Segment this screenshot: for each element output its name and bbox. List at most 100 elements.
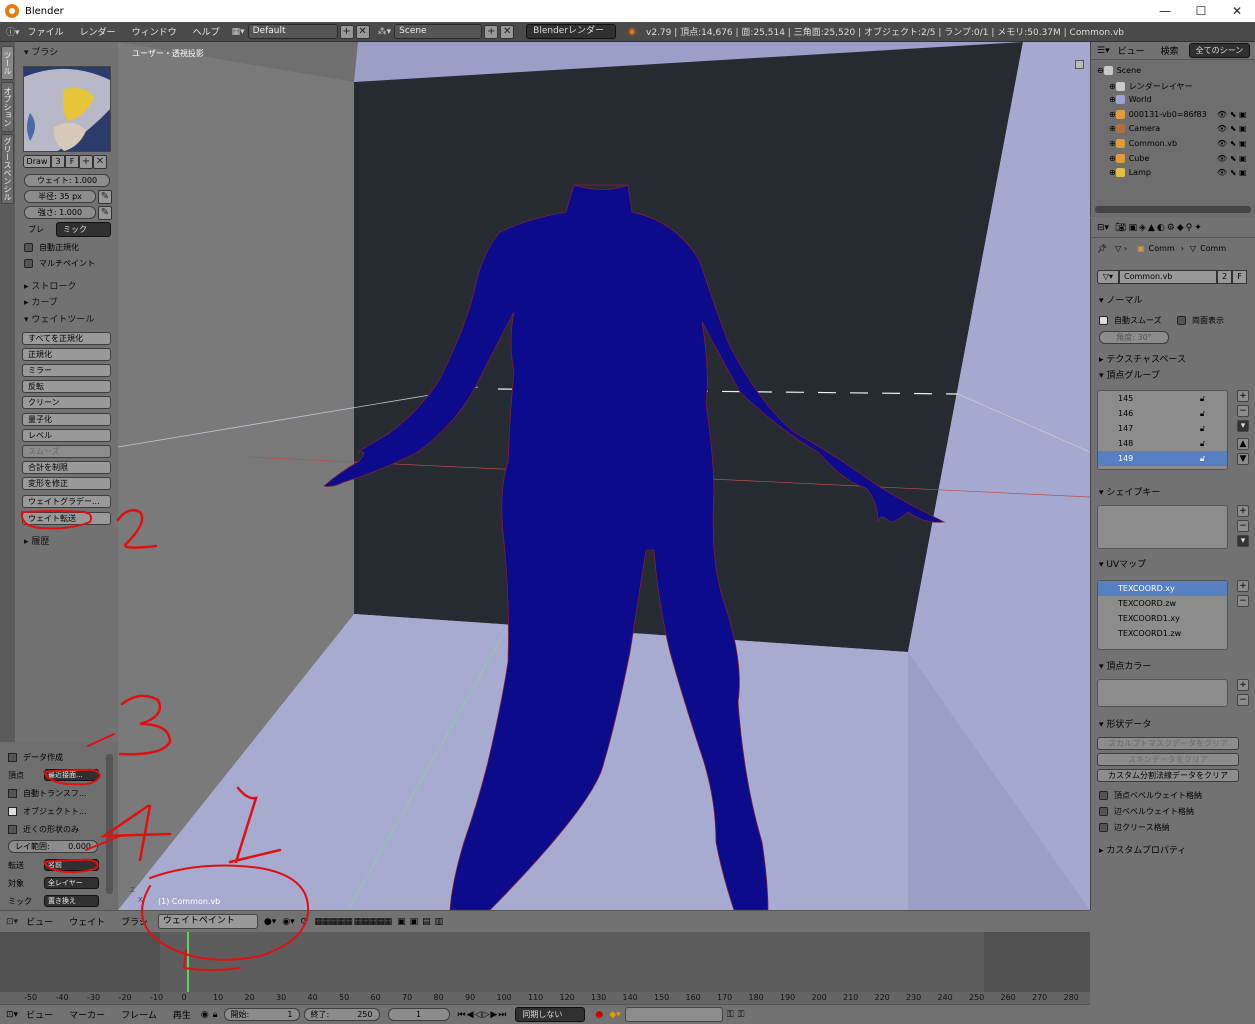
angle-field[interactable]: 角度: 30° — [1099, 331, 1169, 344]
menu-view[interactable]: ビュー — [18, 915, 61, 928]
vertex-mapping-select[interactable]: 最近接面... — [44, 769, 99, 781]
uv-map-item[interactable]: TEXCOORD.zw — [1098, 596, 1227, 611]
info-editor-icon[interactable]: ⓘ▾ — [6, 25, 20, 38]
tab-grease-pencil[interactable]: グリースペンシル — [1, 134, 14, 204]
lock-icon[interactable]: 🔓︎ — [1200, 436, 1205, 451]
visibility-icons[interactable]: 👁︎ ⬉ ▣ — [1217, 168, 1247, 177]
data-create-checkbox[interactable] — [8, 753, 17, 762]
render-preview-icon[interactable]: ▤ — [422, 917, 431, 927]
start-frame-field[interactable]: 開始: 1 — [223, 1008, 300, 1021]
ray-range-field[interactable]: レイ範囲: 0.000 — [8, 840, 98, 853]
expand-icon[interactable]: ⊕ — [1109, 82, 1116, 91]
manipulator-icon[interactable]: ⟳ — [301, 917, 309, 927]
brush-add-button[interactable]: + — [79, 155, 93, 169]
3d-viewport[interactable]: ユーザー・透視投影 (1) Common.vb Z X — [118, 42, 1090, 910]
visibility-icons[interactable]: 👁︎ ⬉ ▣ — [1217, 139, 1247, 148]
near-shape-checkbox[interactable] — [8, 825, 17, 834]
levels-button[interactable]: レベル — [22, 429, 111, 442]
outliner-menu-search[interactable]: 検索 — [1153, 44, 1187, 57]
outliner-editor-icon[interactable]: ☰▾ — [1097, 46, 1110, 56]
curve-panel-header[interactable]: ▸ カーブ — [24, 295, 58, 308]
menu-brush[interactable]: ブラシ — [113, 915, 156, 928]
stroke-panel-header[interactable]: ▸ ストローク — [24, 279, 76, 292]
layers-icon[interactable]: ▦▦▦▦▦ ▦▦▦▦▦ — [314, 917, 392, 927]
outliner-row[interactable]: ⊕ World — [1109, 95, 1152, 105]
vcol-add-button[interactable]: + — [1237, 679, 1249, 691]
expand-icon[interactable]: ⊖ — [1097, 66, 1104, 75]
multipaint-checkbox[interactable]: マルチペイント — [24, 258, 95, 269]
smooth-button[interactable]: スムーズ — [22, 445, 111, 458]
render-engine-select[interactable]: Blenderレンダー — [526, 24, 617, 39]
vgroup-add-button[interactable]: + — [1237, 390, 1249, 402]
tab-tools[interactable]: ツール — [1, 46, 14, 80]
outliner-row[interactable]: ⊖ Scene — [1097, 66, 1141, 75]
brush-name-field[interactable]: Draw — [23, 155, 51, 168]
custom-props-panel-header[interactable]: ▸ カスタムプロパティ — [1099, 843, 1186, 856]
keying-set-field[interactable] — [624, 1007, 723, 1022]
store-edge-crease-checkbox[interactable]: 辺クリース格納 — [1099, 822, 1170, 833]
expand-icon[interactable]: ⊕ — [1109, 110, 1116, 119]
shape-keys-panel-header[interactable]: ▾ シェイプキー — [1099, 485, 1160, 498]
transfer-select[interactable]: 名前 — [44, 859, 99, 871]
brush-fake-user[interactable]: F — [65, 155, 79, 168]
minimize-button[interactable]: — — [1147, 0, 1183, 22]
playback-controls-icon[interactable]: ⏮◀◁▷▶⏭ — [458, 1010, 508, 1020]
lock-icon[interactable]: 🔒︎ — [213, 1010, 218, 1020]
outliner-row[interactable]: ⊕ レンダーレイヤー — [1109, 81, 1192, 92]
outliner-row[interactable]: ⊕ 000131-vb0=86f83 👁︎ ⬉ ▣ — [1109, 109, 1247, 119]
uv-maps-panel-header[interactable]: ▾ UVマップ — [1099, 557, 1146, 570]
normalize-all-button[interactable]: すべてを正規化 — [22, 332, 111, 345]
vgroup-remove-button[interactable]: − — [1237, 405, 1249, 417]
shapekey-add-button[interactable]: + — [1237, 505, 1249, 517]
vertex-mask-icon[interactable]: ▣ — [410, 917, 419, 927]
insert-key-icon[interactable]: ⚿ — [727, 1010, 734, 1020]
tl-menu-view[interactable]: ビュー — [18, 1008, 61, 1021]
outliner-menu-view[interactable]: ビュー — [1110, 44, 1153, 57]
uv-map-item[interactable]: TEXCOORD.xy — [1098, 581, 1227, 596]
tl-menu-playback[interactable]: 再生 — [165, 1008, 199, 1021]
close-button[interactable]: ✕ — [1219, 0, 1255, 22]
target-layers-select[interactable]: 全レイヤー — [44, 877, 99, 889]
brush-panel-header[interactable]: ▾ ブラシ — [24, 45, 58, 58]
weight-field[interactable]: ウェイト: 1.000 — [24, 174, 110, 187]
menu-render[interactable]: レンダー — [72, 25, 124, 38]
clear-sculpt-mask-button[interactable]: スカルプトマスクデータをクリア — [1097, 737, 1239, 750]
store-vertex-bevel-checkbox[interactable]: 頂点ベベルウェイト格納 — [1099, 790, 1202, 801]
keying-icon[interactable]: ◆▾ — [609, 1010, 620, 1020]
layout-field[interactable]: Default — [247, 24, 338, 39]
history-panel-header[interactable]: ▸ 履歴 — [24, 534, 49, 547]
transfer-weights-button[interactable]: ウェイト転送 — [22, 512, 111, 525]
editor-type-icon[interactable]: ⊡▾ — [6, 917, 18, 927]
timeline[interactable]: -50 -40 -30 -20 -10 0 10 20 30 40 50 60 70 80 90 100 110… — [0, 932, 1090, 1004]
tl-menu-frame[interactable]: フレーム — [113, 1008, 165, 1021]
vgroup-up-button[interactable]: ▲ — [1237, 438, 1249, 450]
clean-button[interactable]: クリーン — [22, 396, 111, 409]
operator-scrollbar[interactable] — [106, 754, 113, 894]
lock-icon[interactable]: 🔓︎ — [1200, 406, 1205, 421]
auto-transform-checkbox[interactable] — [8, 789, 17, 798]
scene-remove-button[interactable]: ✕ — [500, 24, 515, 39]
scene-add-button[interactable]: + — [484, 24, 499, 39]
auto-transform-row[interactable]: 自動トランスフ... — [8, 788, 86, 799]
expand-icon[interactable]: ⊕ — [1109, 154, 1116, 163]
pivot-icon[interactable]: ◉▾ — [282, 917, 294, 927]
auto-normalize-checkbox[interactable]: 自動正規化 — [24, 242, 79, 253]
vertex-colors-panel-header[interactable]: ▾ 頂点カラー — [1099, 659, 1151, 672]
expand-icon[interactable]: ⊕ — [1109, 124, 1116, 133]
vcol-remove-button[interactable]: − — [1237, 694, 1249, 706]
vertex-group-list[interactable]: 145 🔓︎ 146 🔓︎ 147 🔓︎ 148 🔓︎ 149 🔓︎ — [1097, 390, 1228, 470]
vgroup-down-button[interactable]: ▼ — [1237, 453, 1249, 465]
mesh-fake-user[interactable]: F — [1232, 270, 1247, 284]
quantize-button[interactable]: 量子化 — [22, 413, 111, 426]
store-edge-bevel-checkbox[interactable]: 辺ベベルウェイト格納 — [1099, 806, 1194, 817]
auto-smooth-checkbox[interactable]: 自動スムーズ — [1099, 315, 1162, 326]
visibility-icons[interactable]: 👁︎ ⬉ ▣ — [1217, 110, 1247, 119]
shapekey-remove-button[interactable]: − — [1237, 520, 1249, 532]
weight-tools-panel-header[interactable]: ▾ ウェイトツール — [24, 312, 94, 325]
mirror-button[interactable]: ミラー — [22, 364, 111, 377]
expand-icon[interactable]: ⊕ — [1109, 95, 1116, 104]
data-create-row[interactable]: データ作成 — [8, 752, 63, 763]
camera-icon[interactable]: ▥ — [435, 917, 444, 927]
strength-pressure-icon[interactable]: ✎ — [98, 206, 112, 220]
clear-custom-normals-button[interactable]: カスタム分割法線データをクリア — [1097, 769, 1239, 782]
